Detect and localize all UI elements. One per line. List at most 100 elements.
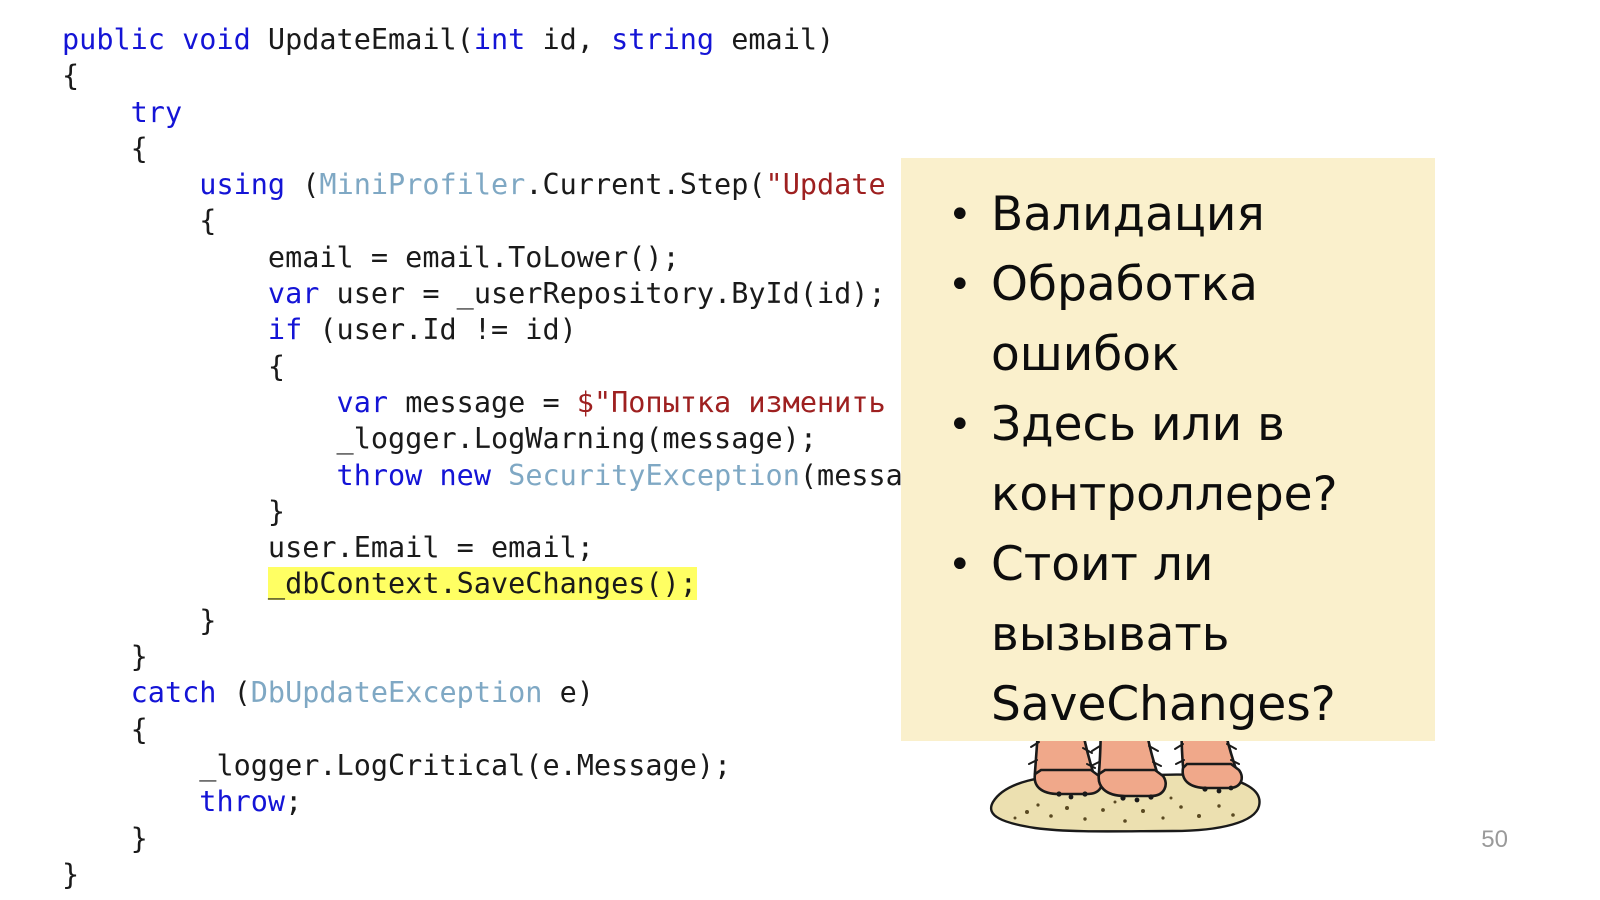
- code-token: throw: [336, 458, 423, 492]
- code-token: e): [542, 676, 594, 710]
- bullet-icon: •: [948, 192, 972, 238]
- code-token: user = _userRepository.ById(id);: [319, 277, 886, 311]
- code-token: }: [199, 603, 217, 637]
- code-token: email = email.ToLower();: [267, 240, 680, 274]
- code-token: {: [130, 131, 148, 165]
- right-foot: [1181, 762, 1243, 790]
- code-token: {: [199, 204, 217, 238]
- callout-panel: • Валидация • Обработка ошибок • Здесь или в …: [901, 158, 1435, 741]
- code-line: {: [62, 58, 1442, 94]
- code-token: catch: [130, 676, 217, 710]
- code-line: }: [62, 857, 1442, 893]
- code-token: try: [130, 95, 183, 129]
- callout-bullet-text: Здесь или в контроллере?: [991, 397, 1338, 522]
- code-text: public void UpdateEmail(int id, string e…: [62, 23, 834, 56]
- code-text: if (user.Id != id): [268, 313, 577, 346]
- code-token: ;: [285, 785, 303, 819]
- code-token: throw: [199, 785, 286, 819]
- bullet-icon: •: [948, 402, 972, 448]
- callout-bullet-text: Стоит ли вызывать SaveChanges?: [991, 537, 1336, 732]
- callout-bullet-item: • Валидация: [923, 180, 1417, 250]
- code-text: }: [131, 640, 148, 673]
- code-token: _dbContext.SaveChanges();: [267, 567, 697, 601]
- code-text: catch (DbUpdateException e): [131, 676, 594, 709]
- code-token: var: [267, 277, 320, 311]
- code-text: {: [131, 713, 148, 746]
- code-text: throw new SecurityException(message);: [337, 459, 972, 492]
- code-token: SecurityException: [508, 458, 800, 492]
- code-token: DbUpdateException: [250, 676, 543, 710]
- code-token: _logger.LogWarning(message);: [336, 422, 817, 456]
- code-text: _logger.LogCritical(e.Message);: [199, 749, 731, 782]
- code-text: {: [62, 59, 79, 92]
- code-text: {: [199, 204, 216, 237]
- code-token: UpdateEmail(: [250, 23, 474, 56]
- code-text: var user = _userRepository.ById(id);: [268, 277, 886, 310]
- code-token: using: [199, 168, 286, 202]
- code-token: }: [267, 494, 286, 528]
- middle-foot: [1097, 768, 1167, 798]
- callout-bullet-text: Валидация: [991, 187, 1265, 242]
- code-token: }: [130, 821, 148, 855]
- code-token: new: [439, 458, 491, 492]
- code-token: }: [130, 640, 148, 674]
- callout-bullet-item: • Стоит ли вызывать SaveChanges?: [923, 530, 1417, 740]
- slide-number: 50: [1481, 826, 1508, 853]
- code-text: user.Email = email;: [268, 531, 594, 564]
- callout-bullet-text: Обработка ошибок: [991, 257, 1258, 382]
- code-line: try: [62, 95, 1442, 131]
- code-text: }: [131, 822, 148, 855]
- code-token: if: [267, 313, 303, 347]
- bullet-icon: •: [948, 262, 972, 308]
- code-token: (: [216, 676, 251, 710]
- code-token: message =: [388, 385, 577, 419]
- bullet-icon: •: [948, 542, 972, 588]
- code-token: void: [182, 23, 251, 56]
- code-text: {: [268, 350, 285, 383]
- code-text: }: [199, 604, 216, 637]
- code-token: var: [336, 385, 389, 419]
- code-token: id,: [525, 23, 612, 56]
- code-token: email): [714, 23, 835, 56]
- code-token: {: [130, 712, 148, 746]
- code-text: }: [62, 858, 79, 891]
- code-token: _logger.LogCritical(e.Message);: [199, 748, 732, 782]
- callout-bullet-item: • Обработка ошибок: [923, 250, 1417, 390]
- code-token: }: [62, 857, 80, 891]
- code-text: throw;: [199, 785, 302, 818]
- left-foot: [1033, 768, 1103, 796]
- code-text: try: [131, 96, 182, 129]
- code-token: MiniProfiler: [319, 168, 526, 202]
- code-token: .Current.Step(: [525, 168, 766, 202]
- callout-bullet-item: • Здесь или в контроллере?: [923, 390, 1417, 530]
- code-token: (user.Id != id): [302, 313, 577, 347]
- code-highlight: _dbContext.SaveChanges();: [267, 567, 697, 601]
- code-token: public: [62, 23, 165, 56]
- code-token: {: [62, 59, 80, 93]
- code-text: {: [131, 132, 148, 165]
- code-text: _logger.LogWarning(message);: [337, 422, 817, 455]
- code-line: public void UpdateEmail(int id, string e…: [62, 22, 1442, 58]
- callout-bullet-list: • Валидация • Обработка ошибок • Здесь или в …: [923, 180, 1417, 740]
